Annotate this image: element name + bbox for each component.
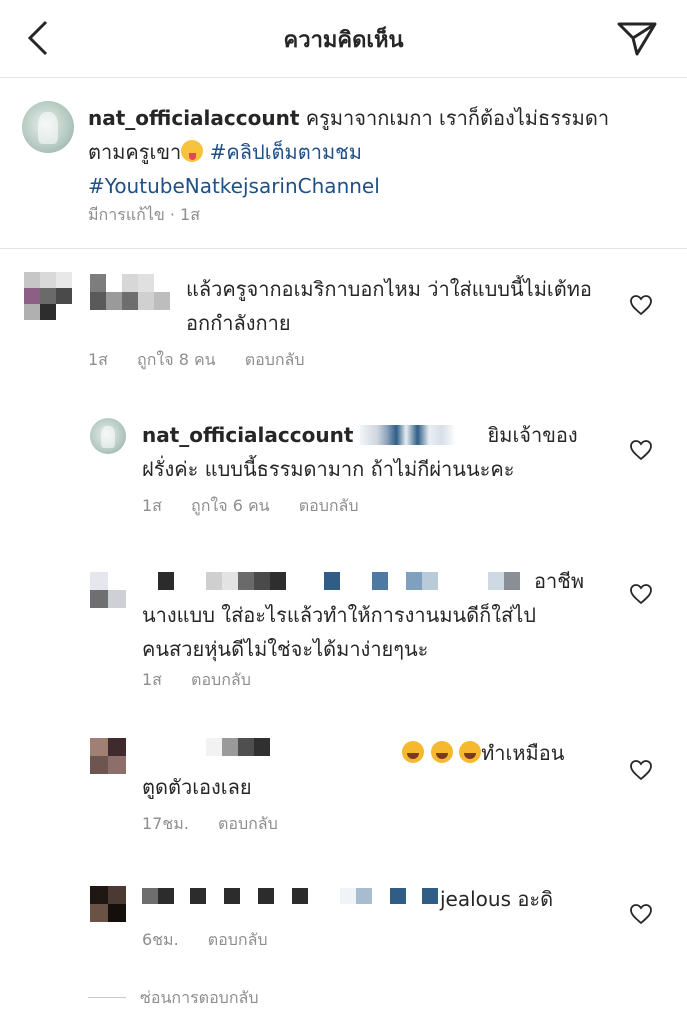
- heart-icon[interactable]: [629, 902, 653, 926]
- reply-button[interactable]: ตอบกลับ: [299, 496, 359, 515]
- comment-time: 1ส: [142, 670, 162, 689]
- likes-count[interactable]: ถูกใจ 6 คน: [191, 496, 270, 515]
- hashtag-link[interactable]: #YoutubeNatkejsarinChannel: [88, 174, 380, 198]
- avatar[interactable]: [24, 272, 72, 320]
- laughing-emoji-icon: [402, 741, 425, 763]
- laughing-emoji-icon: [459, 741, 482, 763]
- likes-count[interactable]: ถูกใจ 8 คน: [137, 350, 216, 369]
- comment-text: nat_officialaccount ยิมเจ้าของ ฝรั่งค่ะ …: [142, 418, 582, 486]
- comment-time: 1ส: [88, 350, 108, 369]
- comment-text-line-1: ยิมเจ้าของ: [487, 423, 578, 447]
- reply-button[interactable]: ตอบกลับ: [218, 814, 278, 833]
- reply-button[interactable]: ตอบกลับ: [208, 930, 268, 949]
- reply-button[interactable]: ตอบกลับ: [191, 670, 251, 689]
- comment-text: ทำเหมือน ตูดตัวเองเลย: [142, 736, 602, 804]
- comment-meta: 17ชม. ตอบกลับ: [142, 812, 302, 837]
- avatar[interactable]: [22, 101, 74, 153]
- comment-text-line-2: ฝรั่งค่ะ แบบนี้ธรรมดามาก ถ้าไม่กีผ่านนะค…: [142, 457, 515, 481]
- comment-meta: 1ส ตอบกลับ: [142, 668, 275, 693]
- comment-time: 1ส: [142, 496, 162, 515]
- divider-line: [88, 997, 126, 998]
- comment-text: jealous อะดิ: [440, 887, 554, 911]
- comment-text-line-2: ตูดตัวเองเลย: [142, 775, 252, 799]
- avatar[interactable]: [90, 886, 126, 922]
- comment-time: 6ชม.: [142, 930, 179, 949]
- comment-text-line-1: ทำเหมือน: [481, 741, 565, 765]
- mention-redacted[interactable]: [359, 425, 456, 445]
- heart-icon[interactable]: [629, 582, 653, 606]
- laughing-emoji-icon: [430, 741, 453, 763]
- post-caption: nat_officialaccount ครูมาจากเมกา เราก็ต้…: [0, 79, 687, 249]
- top-bar: ความคิดเห็น: [0, 0, 687, 78]
- hashtag-link[interactable]: #คลิปเต็มตามชม: [210, 140, 362, 164]
- hide-replies-button[interactable]: ซ่อนการตอบกลับ: [140, 986, 258, 1011]
- heart-icon[interactable]: [629, 293, 653, 317]
- caption-username[interactable]: nat_officialaccount: [88, 106, 299, 130]
- comment-text: อาชีพ นางแบบ ใส่อะไรแล้วทำให้การงานมนดีก…: [142, 564, 602, 666]
- username-redacted[interactable]: [142, 888, 438, 906]
- page-title: ความคิดเห็น: [283, 28, 404, 53]
- username-redacted[interactable]: [90, 274, 186, 310]
- caption-text: nat_officialaccount ครูมาจากเมกา เราก็ต้…: [88, 101, 658, 203]
- tongue-emoji-icon: [181, 140, 204, 162]
- comment-time: 17ชม.: [142, 814, 189, 833]
- comment-text: แล้วครูจากอเมริกาบอกไหม ว่าใส่แบบนี้ไม่เ…: [186, 277, 592, 335]
- comment-text-line-2: นางแบบ ใส่อะไรแล้วทำให้การงานมนดีก็ใส่ไป: [142, 603, 537, 627]
- comment-username[interactable]: nat_officialaccount: [142, 423, 353, 447]
- comment-meta: 1ส ถูกใจ 8 คน ตอบกลับ: [88, 348, 329, 373]
- avatar[interactable]: [90, 738, 126, 774]
- avatar[interactable]: [90, 572, 126, 608]
- comment-meta: 6ชม. ตอบกลับ: [142, 928, 292, 953]
- reply-button[interactable]: ตอบกลับ: [245, 350, 305, 369]
- comment-meta: 1ส ถูกใจ 6 คน ตอบกลับ: [142, 494, 383, 519]
- paper-plane-icon[interactable]: [615, 18, 659, 58]
- avatar[interactable]: [90, 418, 126, 454]
- caption-line-2: ตามครูเขา: [88, 140, 182, 164]
- comment-text-line-3: คนสวยหุ่นดีไม่ใช่จะได้มาง่ายๆนะ: [142, 637, 429, 661]
- edited-timestamp: มีการแก้ไข · 1ส: [88, 205, 200, 224]
- heart-icon[interactable]: [629, 758, 653, 782]
- caption-line-1: ครูมาจากเมกา เราก็ต้องไม่ธรรมดา: [305, 106, 610, 130]
- comment-text-line-1: อาชีพ: [534, 569, 584, 593]
- heart-icon[interactable]: [629, 438, 653, 462]
